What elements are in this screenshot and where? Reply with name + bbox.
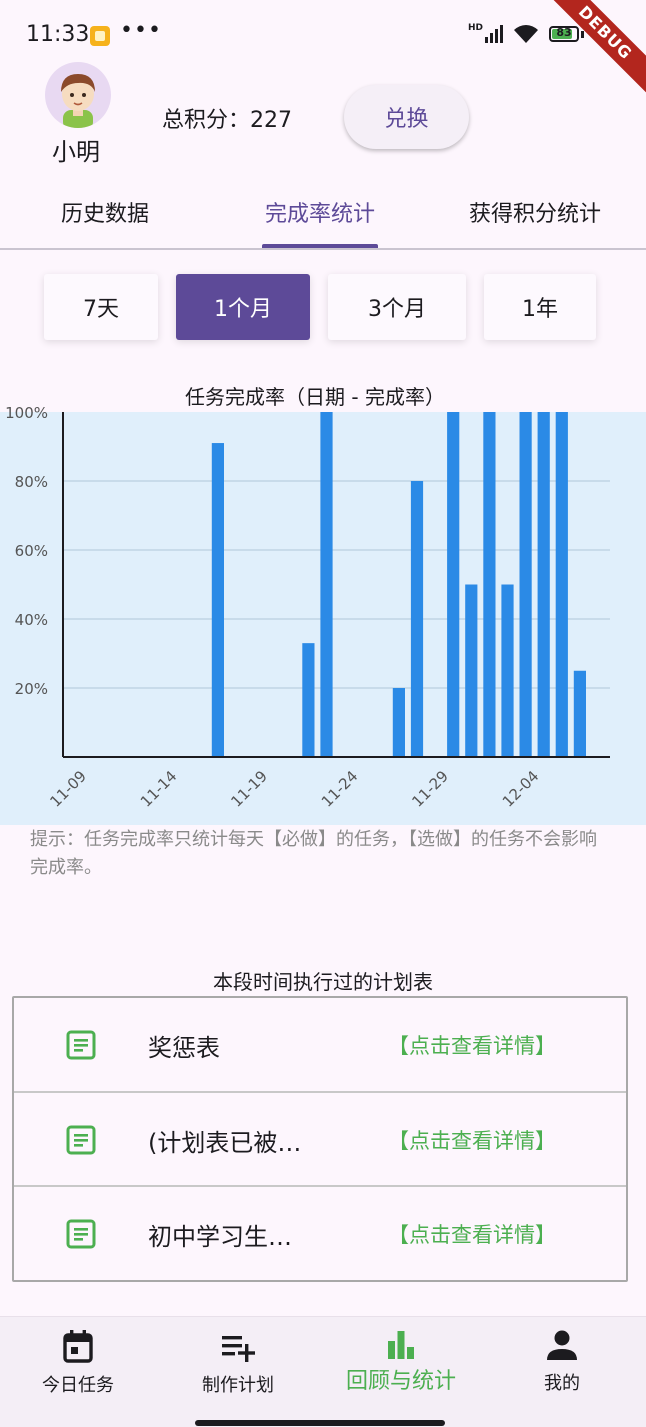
plans-title: 本段时间执行过的计划表 [213,970,433,994]
hint-text: 提示：任务完成率只统计每天【必做】的任务，【选做】的任务不会影响完成率。 [30,829,597,878]
bar-12-03 [501,584,514,757]
home-indicator [195,1420,445,1426]
y-tick-label: 60% [15,542,48,560]
nav-label: 我的 [544,1373,580,1394]
points-label: 总积分： [162,108,251,133]
bar-11-27 [392,688,405,757]
debug-banner: DEBUG [535,0,646,103]
range-7-days-button[interactable]: 7天 [44,274,158,340]
nav-review-stats[interactable]: 回顾与统计 [321,1329,481,1395]
bar-12-04 [519,412,532,757]
battery-percent: 83 [556,26,572,39]
avatar-boy-icon [61,74,95,128]
nav-make-plan[interactable]: 制作计划 [158,1329,318,1397]
battery-tip [581,30,584,38]
bar-11-30 [447,412,460,757]
cellular-signal-icon [485,25,503,43]
points-value: 227 [250,108,293,133]
playlist-add-icon [222,1336,255,1362]
bar-11-23 [320,412,333,757]
redeem-button[interactable]: 兑换 [344,85,469,149]
person-icon [547,1330,577,1360]
bar-chart-icon [388,1331,414,1359]
bar-11-17 [211,443,224,757]
nav-profile[interactable]: 我的 [482,1329,642,1395]
bar-12-07 [573,670,586,757]
completion-rate-chart: 20%40%60%80%100%11-09 11-14 11-19 11-24 11-2… [0,404,646,825]
plan-name: 初中学习生… [148,1223,292,1251]
y-tick-label: 80% [15,473,48,491]
range-1-year-button[interactable]: 1年 [484,274,596,340]
plan-name: (计划表已被… [148,1129,302,1157]
range-3-months-button[interactable]: 3个月 [328,274,466,340]
status-time: 11:33 [26,22,90,47]
y-tick-label: 20% [15,680,48,698]
bar-11-28 [410,481,424,757]
notification-app-icon [90,26,110,46]
calendar-today-icon [63,1330,93,1363]
view-details-link[interactable]: 【点击查看详情】 [388,1219,556,1249]
status-indicators: HD 83 [468,24,584,44]
bar-12-01 [465,584,478,757]
range-1-month-button[interactable]: 1个月 [176,274,310,340]
tab-history[interactable]: 历史数据 [30,196,180,228]
plan-row[interactable]: 奖惩表 【点击查看详情】 [14,998,626,1091]
plans-table: 奖惩表 【点击查看详情】 (计划表已被… 【点击查看详情】 初中学习生… 【点击… [12,996,628,1282]
view-details-link[interactable]: 【点击查看详情】 [388,1125,556,1155]
wifi-icon [514,25,538,43]
bar-11-22 [302,643,315,757]
bar-12-05 [537,412,550,757]
y-tick-label: 40% [15,611,48,629]
document-icon [66,1030,96,1060]
plan-row[interactable]: (计划表已被… 【点击查看详情】 [14,1091,626,1186]
nav-label: 回顾与统计 [345,1369,456,1394]
tab-completion-rate[interactable]: 完成率统计 [240,196,400,228]
view-details-link[interactable]: 【点击查看详情】 [388,1030,556,1060]
nav-today-tasks[interactable]: 今日任务 [0,1329,158,1397]
plan-name: 奖惩表 [148,1034,220,1062]
plan-row[interactable]: 初中学习生… 【点击查看详情】 [14,1185,626,1280]
tab-points-stats[interactable]: 获得积分统计 [455,196,615,228]
nav-label: 制作计划 [202,1375,274,1396]
nav-label: 今日任务 [42,1375,114,1396]
document-icon [66,1125,96,1155]
avatar[interactable] [45,62,111,128]
battery-icon: 83 [549,26,579,42]
bar-12-06 [555,412,568,757]
bottom-navigation: 今日任务 制作计划 回顾与统计 我的 [0,1316,646,1427]
total-points: 总积分：227 [162,102,292,134]
document-icon [66,1219,96,1249]
bar-12-02 [483,412,496,757]
hd-label: HD [467,23,483,33]
more-notifications-icon: ••• [120,18,162,43]
y-tick-label: 100% [5,404,48,422]
tab-divider [0,248,646,250]
user-name: 小明 [52,138,100,166]
